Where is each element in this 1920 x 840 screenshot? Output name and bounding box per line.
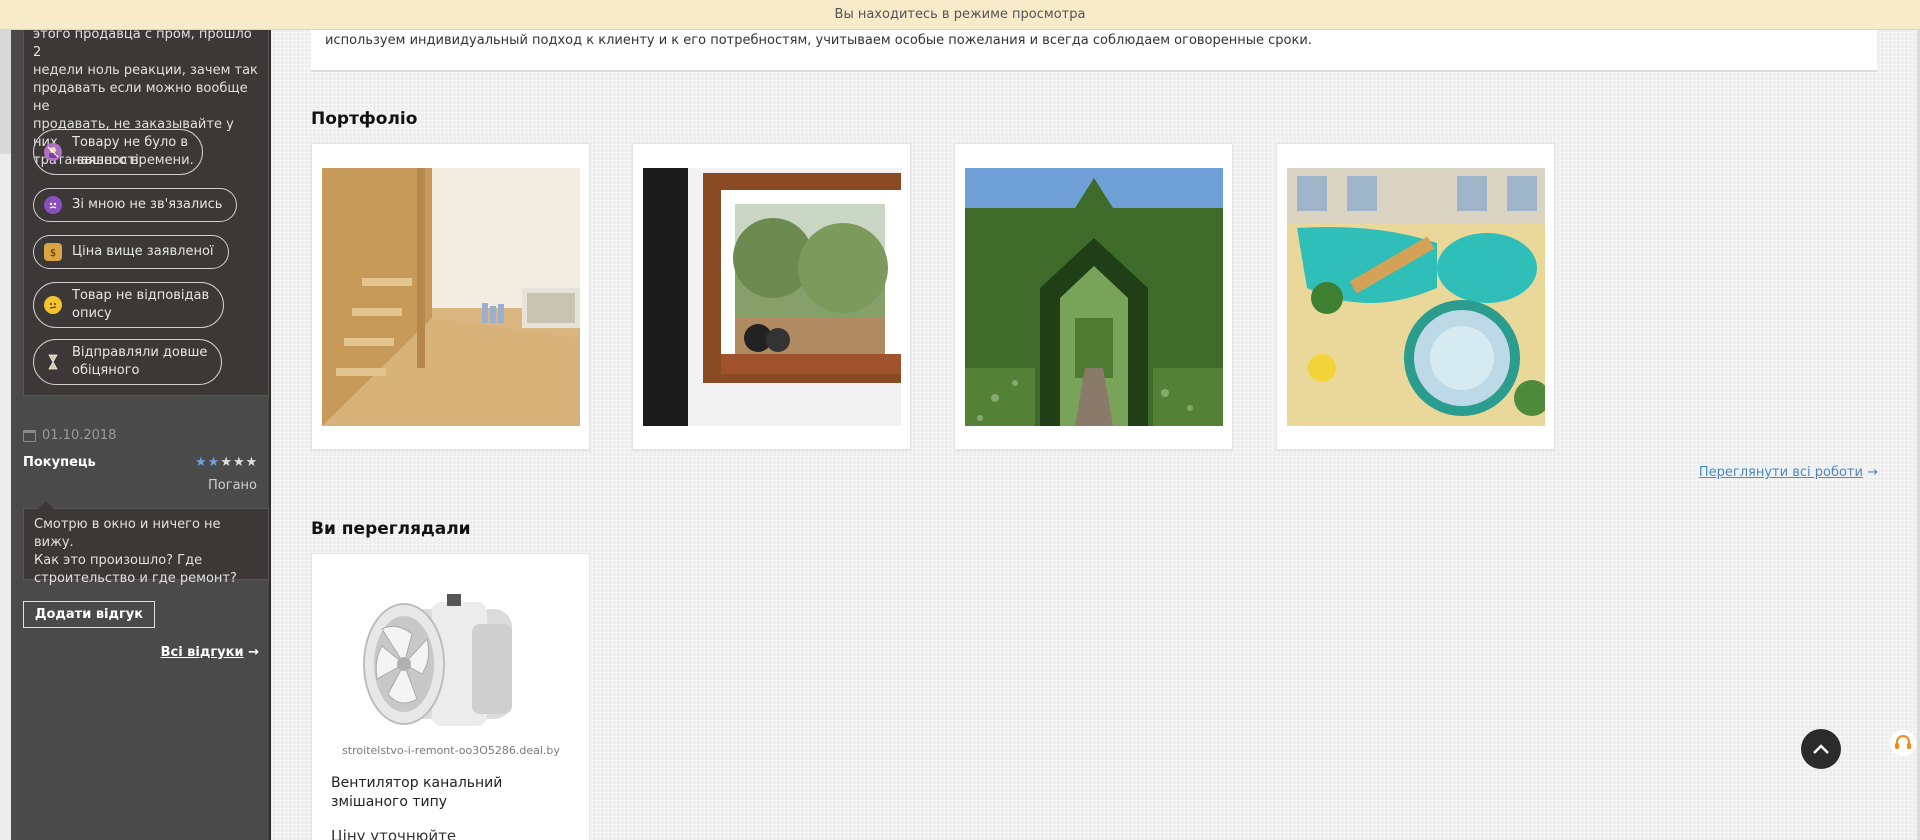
portfolio-image-staircase[interactable]	[322, 168, 580, 426]
portfolio-image-hedge-garden[interactable]	[965, 168, 1223, 426]
product-watermark: stroitelstvo-i-remont-oo3O5286.deal.by	[342, 744, 560, 757]
review-tag-not-as-described: Товар не відповідав опису	[33, 282, 225, 328]
star-filled-icon: ★	[195, 455, 208, 470]
review-author: Покупець	[23, 455, 96, 470]
add-review-button[interactable]: Додати відгук	[23, 601, 155, 628]
comment-line: Смотрю в окно и ничего не вижу.	[34, 517, 221, 550]
star-filled-icon: ★	[207, 455, 221, 470]
star-empty-icon: ★	[220, 455, 233, 470]
portfolio-item[interactable]	[1276, 143, 1555, 450]
product-image-duct-fan[interactable]: stroitelstvo-i-remont-oo3O5286.deal.by	[322, 564, 580, 764]
all-reviews-label[interactable]: Всі відгуки	[161, 645, 244, 660]
portfolio-item[interactable]	[632, 143, 911, 450]
calendar-icon	[23, 429, 36, 442]
confused-face-icon	[44, 296, 62, 314]
hourglass-icon	[44, 353, 62, 371]
tag-label: Ціна вище заявленої	[72, 244, 214, 259]
portfolio-image-indoor-pool[interactable]	[1287, 168, 1545, 426]
tag-label: Товару не було в	[72, 135, 188, 150]
star-empty-icon: ★	[245, 455, 259, 470]
tag-label: Відправляли довше	[72, 345, 208, 360]
portfolio-item[interactable]	[954, 143, 1233, 450]
portfolio-image-window-seat[interactable]	[643, 168, 901, 426]
review-tag-no-contact: Зі мною не зв'язались	[33, 188, 238, 222]
tag-label: наявності	[72, 153, 139, 168]
product-name[interactable]: Вентилятор канальний змішаного типу	[331, 774, 576, 812]
tag-label: опису	[72, 306, 112, 321]
all-reviews-link[interactable]: Всі відгуки →	[161, 645, 259, 660]
angry-devil-icon	[44, 196, 62, 214]
arrow-right-icon: →	[248, 645, 259, 660]
comment-line: строительство и где ремонт?	[34, 571, 237, 586]
review-line: недели ноль реакции, зачем так	[33, 63, 258, 78]
rating-label: Погано	[208, 478, 257, 493]
review-tag-price-higher: $ Ціна вище заявленої	[33, 235, 229, 269]
rating-stars: ★★★★★	[195, 455, 258, 470]
arrow-right-icon: →	[1867, 465, 1878, 480]
review-line: продавать если можно вообще не	[33, 81, 248, 114]
left-edge-strip	[0, 0, 11, 840]
scroll-to-top-button[interactable]	[1801, 729, 1841, 769]
chevron-up-icon	[1813, 744, 1829, 754]
review-date: 01.10.2018	[23, 428, 116, 443]
tag-label: Товар не відповідав	[72, 288, 210, 303]
tag-label: обіцяного	[72, 363, 140, 378]
viewed-product-card[interactable]: stroitelstvo-i-remont-oo3O5286.deal.by В…	[311, 553, 590, 840]
person-no-icon	[44, 143, 62, 161]
review-tag-slow-shipping: Відправляли довше обіцяного	[33, 339, 223, 385]
view-all-works-label[interactable]: Переглянути всі роботи	[1699, 465, 1863, 480]
svg-text:$: $	[50, 248, 56, 258]
review-tag-out-of-stock: Товару не було в наявності	[33, 129, 203, 175]
headset-icon[interactable]	[1890, 730, 1916, 756]
reviews-sidebar: этого продавца с пром, прошло 2 недели н…	[11, 0, 271, 840]
review-date-text: 01.10.2018	[42, 428, 117, 443]
portfolio-item[interactable]	[311, 143, 590, 450]
review-comment: Смотрю в окно и ничего не вижу. Как это …	[23, 501, 269, 586]
preview-mode-bar: Вы находитесь в режиме просмотра	[0, 0, 1920, 30]
portfolio-title: Портфоліо	[311, 109, 418, 129]
review-line: этого продавца с пром, прошло 2	[33, 27, 252, 60]
company-description-text: используем индивидуальный подход к клиен…	[325, 33, 1312, 48]
comment-line: Как это произошло? Где	[34, 553, 203, 568]
tag-label: Зі мною не зв'язались	[72, 197, 223, 212]
preview-mode-text: Вы находитесь в режиме просмотра	[834, 7, 1086, 22]
viewed-title: Ви переглядали	[311, 519, 471, 539]
product-price: Ціну уточнюйте	[331, 827, 457, 840]
view-all-works-link[interactable]: Переглянути всі роботи →	[1699, 465, 1878, 480]
star-empty-icon: ★	[232, 455, 246, 470]
money-bag-icon: $	[44, 243, 62, 261]
